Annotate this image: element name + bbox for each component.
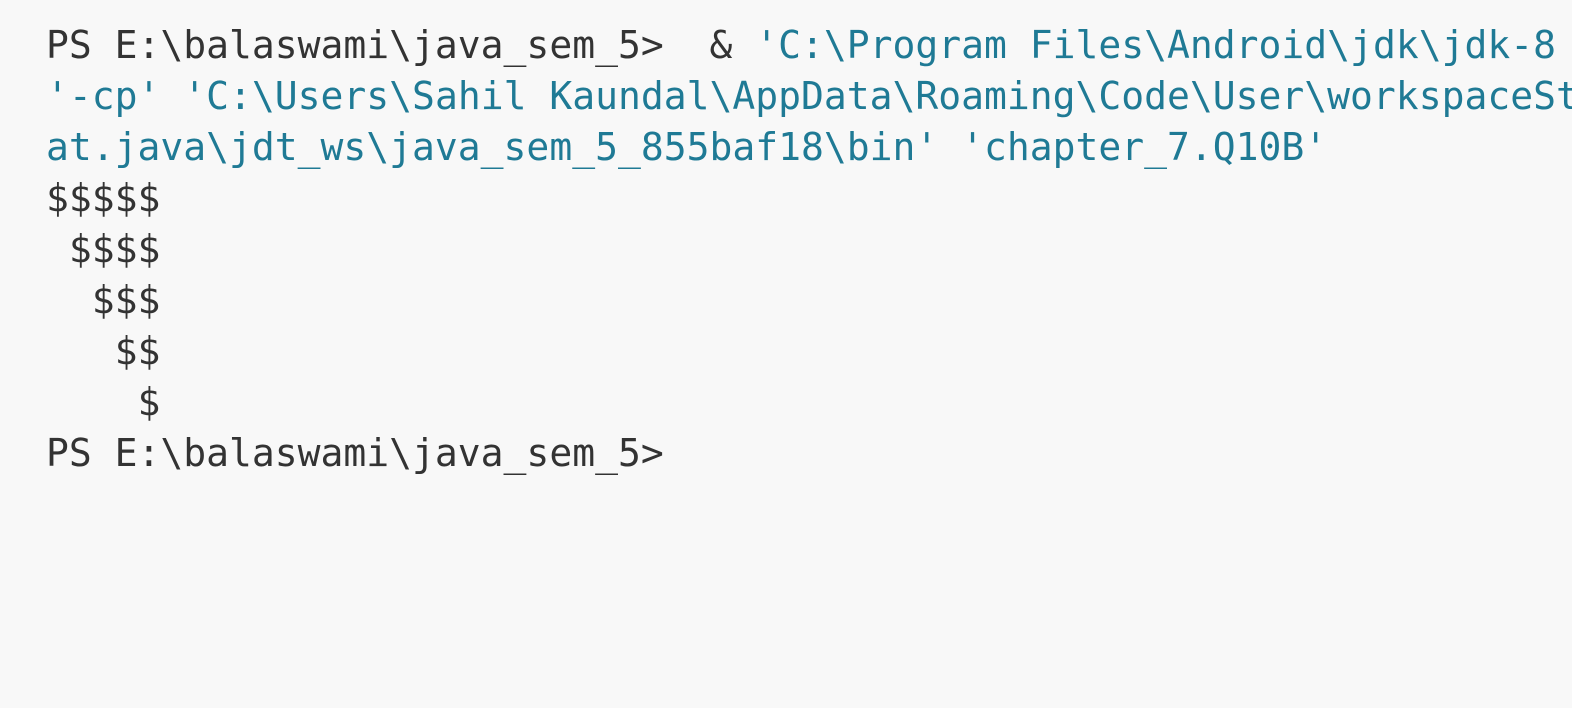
command-line-1: PS E:\balaswami\java_sem_5> & 'C:\Progra… xyxy=(46,20,1572,71)
classpath-value: 'C:\Users\Sahil Kaundal\AppData\Roaming\… xyxy=(183,74,1572,118)
output-line: $ xyxy=(46,380,161,424)
terminal-output[interactable]: PS E:\balaswami\java_sem_5> & 'C:\Progra… xyxy=(0,0,1572,708)
output-line: $$ xyxy=(46,329,161,373)
command-line-2: '-cp' 'C:\Users\Sahil Kaundal\AppData\Ro… xyxy=(46,71,1572,122)
output-line: $$$$$ xyxy=(46,176,161,220)
classpath-flag: '-cp' xyxy=(46,74,161,118)
output-line: $$$ xyxy=(46,278,161,322)
prompt: PS E:\balaswami\java_sem_5> xyxy=(46,23,664,67)
command-line-3: at.java\jdt_ws\java_sem_5_855baf18\bin' … xyxy=(46,122,1572,173)
main-class: 'chapter_7.Q10B' xyxy=(961,125,1328,169)
java-executable-path: 'C:\Program Files\Android\jdk\jdk-8 xyxy=(755,23,1556,67)
classpath-value-continued: at.java\jdt_ws\java_sem_5_855baf18\bin' xyxy=(46,125,939,169)
call-operator: & xyxy=(663,23,756,67)
final-prompt: PS E:\balaswami\java_sem_5> xyxy=(46,431,664,475)
output-line: $$$$ xyxy=(46,227,161,271)
